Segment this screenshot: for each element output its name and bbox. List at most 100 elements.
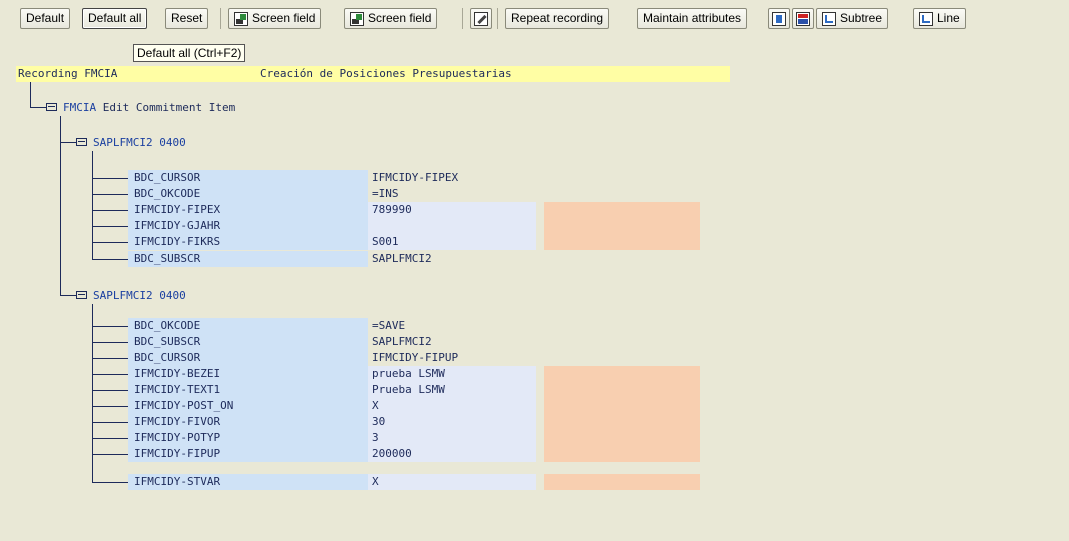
screen-node[interactable]: SAPLFMCI2 0400 bbox=[76, 135, 186, 149]
folder-icon bbox=[76, 138, 87, 146]
field-extra-cell[interactable] bbox=[544, 430, 700, 446]
tree-line bbox=[92, 454, 128, 455]
reset-button[interactable]: Reset bbox=[165, 8, 209, 29]
line-button[interactable]: Line bbox=[913, 8, 966, 29]
tree-line bbox=[60, 295, 76, 296]
default-button-label: Default bbox=[26, 11, 65, 25]
screen-field-button-1[interactable]: Screen field bbox=[228, 8, 322, 29]
tooltip: Default all (Ctrl+F2) bbox=[133, 44, 246, 62]
screen-node[interactable]: SAPLFMCI2 0400 bbox=[76, 288, 186, 302]
folder-icon bbox=[76, 291, 87, 299]
tree-line bbox=[92, 482, 128, 483]
field-value: S001 bbox=[372, 235, 399, 248]
field-value-input[interactable]: 789990 bbox=[368, 202, 536, 218]
field-name-cell: BDC_SUBSCR bbox=[128, 334, 368, 350]
field-value: IFMCIDY-FIPEX bbox=[372, 171, 459, 184]
tree-line bbox=[92, 342, 128, 343]
edit-button[interactable] bbox=[470, 8, 492, 29]
application-toolbar: Default Default all Reset Screen field S… bbox=[0, 0, 1069, 36]
field-name-cell: IFMCIDY-FIVOR bbox=[128, 414, 368, 430]
transaction-node[interactable]: FMCIA Edit Commitment Item bbox=[46, 100, 235, 114]
tab-layout-icon bbox=[796, 11, 810, 26]
field-extra-cell[interactable] bbox=[544, 414, 700, 430]
field-value-cell[interactable]: IFMCIDY-FIPUP bbox=[368, 350, 536, 366]
screen-field-button-2[interactable]: Screen field bbox=[344, 8, 438, 29]
field-value-cell[interactable]: =SAVE bbox=[368, 318, 536, 334]
field-name-cell: BDC_CURSOR bbox=[128, 170, 368, 186]
tab-layout-button[interactable] bbox=[792, 8, 814, 29]
field-name: BDC_CURSOR bbox=[134, 171, 201, 184]
field-name: IFMCIDY-FIVOR bbox=[134, 415, 221, 428]
field-value-input[interactable] bbox=[368, 218, 536, 234]
field-value-cell[interactable]: =INS bbox=[368, 186, 536, 202]
field-name: BDC_SUBSCR bbox=[134, 335, 201, 348]
tree-line bbox=[92, 304, 93, 483]
field-value: X bbox=[372, 475, 379, 488]
field-name: BDC_OKCODE bbox=[134, 319, 201, 332]
field-value-input[interactable]: 3 bbox=[368, 430, 536, 446]
recording-description: Creación de Posiciones Presupuestarias bbox=[260, 67, 512, 80]
field-name-cell: IFMCIDY-FIPUP bbox=[128, 446, 368, 462]
field-value: IFMCIDY-FIPUP bbox=[372, 351, 459, 364]
line-icon bbox=[919, 11, 933, 26]
field-value-input[interactable]: Prueba LSMW bbox=[368, 382, 536, 398]
field-extra-cell[interactable] bbox=[544, 366, 700, 382]
edit-icon bbox=[474, 11, 488, 26]
field-name: BDC_OKCODE bbox=[134, 187, 201, 200]
field-value-input[interactable]: X bbox=[368, 398, 536, 414]
field-value-cell[interactable]: IFMCIDY-FIPEX bbox=[368, 170, 536, 186]
field-value-input[interactable]: prueba LSMW bbox=[368, 366, 536, 382]
field-value: SAPLFMCI2 bbox=[372, 252, 432, 265]
toolbar-separator bbox=[220, 8, 221, 29]
repeat-recording-button[interactable]: Repeat recording bbox=[505, 8, 610, 29]
field-name-cell: IFMCIDY-STVAR bbox=[128, 474, 368, 490]
download-button[interactable] bbox=[768, 8, 790, 29]
default-button[interactable]: Default bbox=[20, 8, 71, 29]
field-name-cell: BDC_OKCODE bbox=[128, 186, 368, 202]
reset-button-label: Reset bbox=[171, 11, 203, 25]
field-name: BDC_SUBSCR bbox=[134, 252, 201, 265]
field-extra-cell[interactable] bbox=[544, 398, 700, 414]
field-extra-cell[interactable] bbox=[544, 474, 700, 490]
field-extra-cell[interactable] bbox=[544, 202, 700, 218]
field-name: IFMCIDY-GJAHR bbox=[134, 219, 221, 232]
tree-line bbox=[92, 374, 128, 375]
field-extra-cell[interactable] bbox=[544, 218, 700, 234]
tree-line bbox=[92, 178, 128, 179]
field-name: IFMCIDY-BEZEI bbox=[134, 367, 221, 380]
field-value-input[interactable]: S001 bbox=[368, 234, 536, 250]
delete-screen-field-icon bbox=[350, 11, 364, 26]
tree-line bbox=[92, 151, 93, 260]
maintain-attributes-button[interactable]: Maintain attributes bbox=[637, 8, 748, 29]
tree-line bbox=[60, 142, 76, 143]
field-extra-cell[interactable] bbox=[544, 382, 700, 398]
field-value: =SAVE bbox=[372, 319, 406, 332]
field-name-cell: BDC_SUBSCR bbox=[128, 251, 368, 267]
default-all-button-label: Default all bbox=[88, 11, 142, 25]
tree-line bbox=[92, 226, 128, 227]
transaction-text: Edit Commitment Item bbox=[102, 100, 236, 114]
toolbar-separator bbox=[462, 8, 463, 29]
field-extra-cell[interactable] bbox=[544, 234, 700, 250]
maintain-attributes-button-label: Maintain attributes bbox=[643, 11, 742, 25]
folder-icon bbox=[46, 103, 57, 111]
field-value: SAPLFMCI2 bbox=[372, 335, 432, 348]
field-value: =INS bbox=[372, 187, 399, 200]
field-value-cell[interactable]: SAPLFMCI2 bbox=[368, 251, 536, 267]
field-value-input[interactable]: 30 bbox=[368, 414, 536, 430]
field-value-cell[interactable]: SAPLFMCI2 bbox=[368, 334, 536, 350]
field-name: IFMCIDY-FIKRS bbox=[134, 235, 221, 248]
tree-line bbox=[92, 422, 128, 423]
tree-line bbox=[92, 438, 128, 439]
tree-line bbox=[92, 406, 128, 407]
field-value: 30 bbox=[372, 415, 386, 428]
field-value-input[interactable]: 200000 bbox=[368, 446, 536, 462]
default-all-button[interactable]: Default all bbox=[82, 8, 148, 29]
toolbar-separator bbox=[497, 8, 498, 29]
field-value-input[interactable]: X bbox=[368, 474, 536, 490]
field-value: Prueba LSMW bbox=[372, 383, 445, 396]
line-button-label: Line bbox=[937, 11, 960, 25]
subtree-button[interactable]: Subtree bbox=[816, 8, 889, 29]
field-name: IFMCIDY-FIPEX bbox=[134, 203, 221, 216]
field-extra-cell[interactable] bbox=[544, 446, 700, 462]
